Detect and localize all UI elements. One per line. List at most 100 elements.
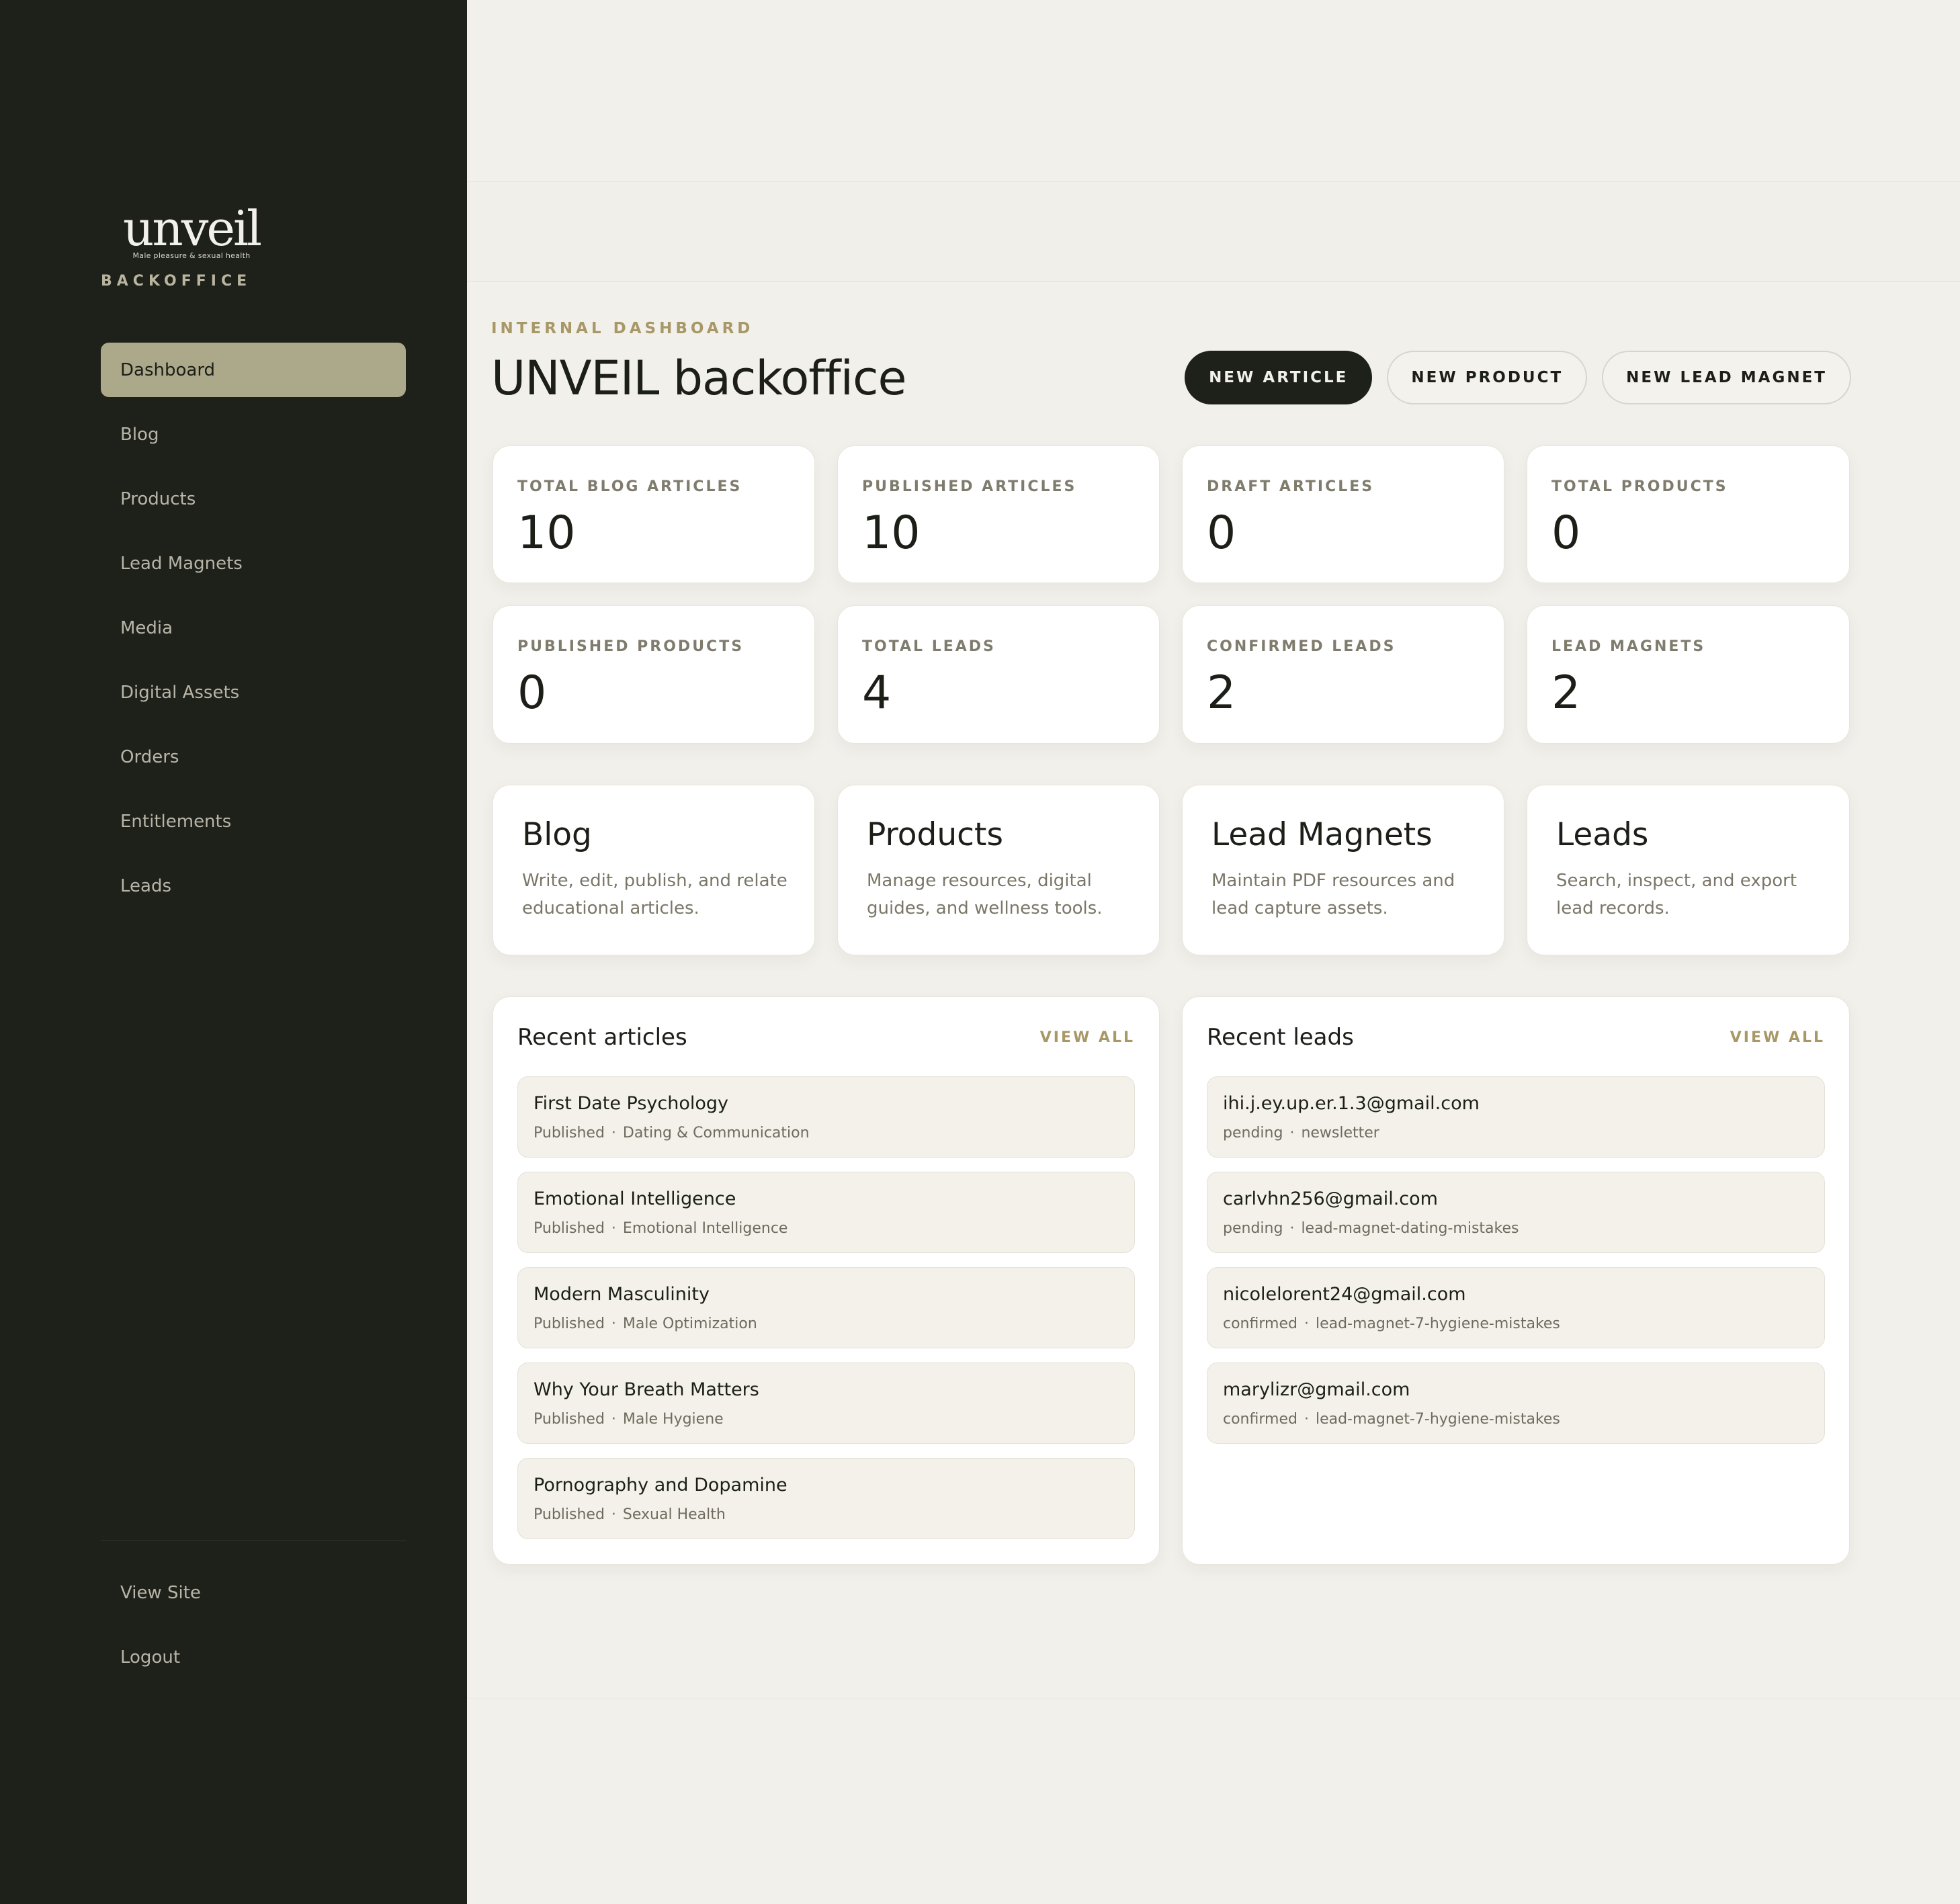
- list-item[interactable]: First Date Psychology Published · Dating &…: [517, 1076, 1135, 1158]
- view-site-link[interactable]: View Site: [101, 1565, 406, 1620]
- stat-label: DRAFT ARTICLES: [1207, 478, 1375, 495]
- stat-value: 2: [1207, 666, 1236, 720]
- article-title: Emotional Intelligence: [534, 1188, 736, 1209]
- list-item[interactable]: Why Your Breath Matters Published · Male H…: [517, 1362, 1135, 1444]
- separator-dot: ·: [611, 1125, 616, 1141]
- article-category: Male Optimization: [622, 1315, 757, 1332]
- sidebar-bottom-nav: View Site Logout: [101, 1565, 406, 1694]
- recent-leads-panel: Recent leads VIEW ALL ihi.j.ey.up.er.1.3…: [1182, 996, 1850, 1565]
- module-card-lead-magnets[interactable]: Lead Magnets Maintain PDF resources and …: [1182, 785, 1504, 955]
- lead-meta: pending · newsletter: [1223, 1125, 1824, 1141]
- lead-meta: confirmed · lead-magnet-7-hygiene-mistakes: [1223, 1411, 1824, 1428]
- module-title: Leads: [1556, 816, 1649, 853]
- lead-source: lead-magnet-7-hygiene-mistakes: [1315, 1411, 1560, 1428]
- article-title: First Date Psychology: [534, 1093, 728, 1114]
- stat-value: 10: [517, 507, 576, 560]
- new-lead-magnet-button[interactable]: NEW LEAD MAGNET: [1602, 351, 1851, 404]
- stat-value: 10: [862, 507, 921, 560]
- view-all-articles-link[interactable]: VIEW ALL: [1040, 1029, 1135, 1046]
- list-item[interactable]: Emotional Intelligence Published · Emotion…: [517, 1172, 1135, 1253]
- lead-meta: confirmed · lead-magnet-7-hygiene-mistakes: [1223, 1315, 1824, 1332]
- article-category: Sexual Health: [622, 1506, 726, 1523]
- recent-articles-list: First Date Psychology Published · Dating &…: [517, 1076, 1135, 1553]
- list-item[interactable]: Modern Masculinity Published · Male Optimi…: [517, 1267, 1135, 1348]
- list-item[interactable]: marylizr@gmail.com confirmed · lead-magnet…: [1207, 1362, 1825, 1444]
- lead-status: confirmed: [1223, 1315, 1297, 1332]
- sidebar-item-entitlements[interactable]: Entitlements: [101, 794, 406, 849]
- stat-card-total-products: TOTAL PRODUCTS 0: [1527, 445, 1850, 583]
- stat-label: CONFIRMED LEADS: [1207, 638, 1396, 655]
- stat-card-confirmed-leads: CONFIRMED LEADS 2: [1182, 605, 1504, 744]
- new-article-button[interactable]: NEW ARTICLE: [1185, 351, 1373, 404]
- panel-title: Recent leads: [1207, 1024, 1354, 1051]
- module-card-products[interactable]: Products Manage resources, digital guide…: [837, 785, 1160, 955]
- article-meta: Published · Emotional Intelligence: [534, 1220, 1134, 1237]
- stat-card-published-articles: PUBLISHED ARTICLES 10: [837, 445, 1160, 583]
- stat-card-lead-magnets: LEAD MAGNETS 2: [1527, 605, 1850, 744]
- list-item[interactable]: nicolelorent24@gmail.com confirmed · lead-…: [1207, 1267, 1825, 1348]
- article-status: Published: [534, 1315, 605, 1332]
- logout-link[interactable]: Logout: [101, 1630, 406, 1684]
- top-bar: [467, 181, 1960, 282]
- page-eyebrow: INTERNAL DASHBOARD: [491, 320, 754, 337]
- article-title: Why Your Breath Matters: [534, 1379, 759, 1400]
- separator-dot: ·: [1289, 1125, 1295, 1141]
- lead-status: pending: [1223, 1220, 1283, 1237]
- article-title: Pornography and Dopamine: [534, 1475, 787, 1496]
- lead-status: confirmed: [1223, 1411, 1297, 1428]
- view-all-leads-link[interactable]: VIEW ALL: [1730, 1029, 1825, 1046]
- brand-logo[interactable]: unveil Male pleasure & sexual health: [101, 202, 282, 260]
- sidebar-item-lead-magnets[interactable]: Lead Magnets: [101, 536, 406, 591]
- article-status: Published: [534, 1411, 605, 1428]
- stat-card-total-blog-articles: TOTAL BLOG ARTICLES 10: [493, 445, 815, 583]
- stat-value: 4: [862, 666, 892, 720]
- article-meta: Published · Dating & Communication: [534, 1125, 1134, 1141]
- sidebar-item-products[interactable]: Products: [101, 472, 406, 526]
- list-item[interactable]: carlvhn256@gmail.com pending · lead-magnet…: [1207, 1172, 1825, 1253]
- module-card-blog[interactable]: Blog Write, edit, publish, and relate ed…: [493, 785, 815, 955]
- stat-value: 0: [1207, 507, 1236, 560]
- sidebar-item-leads[interactable]: Leads: [101, 859, 406, 913]
- stat-label: PUBLISHED PRODUCTS: [517, 638, 744, 655]
- separator-dot: ·: [1304, 1411, 1309, 1428]
- stat-label: LEAD MAGNETS: [1551, 638, 1706, 655]
- module-title: Blog: [522, 816, 592, 853]
- header-actions: NEW ARTICLE NEW PRODUCT NEW LEAD MAGNET: [1185, 351, 1851, 404]
- recent-leads-list: ihi.j.ey.up.er.1.3@gmail.com pending · new…: [1207, 1076, 1825, 1458]
- content-footer-area: [467, 1698, 1960, 1904]
- article-status: Published: [534, 1220, 605, 1237]
- lead-source: lead-magnet-dating-mistakes: [1301, 1220, 1519, 1237]
- separator-dot: ·: [1289, 1220, 1295, 1237]
- sidebar-item-blog[interactable]: Blog: [101, 407, 406, 462]
- stat-card-total-leads: TOTAL LEADS 4: [837, 605, 1160, 744]
- sidebar-section-label: BACKOFFICE: [101, 273, 252, 290]
- recent-articles-panel: Recent articles VIEW ALL First Date Psyc…: [493, 996, 1160, 1565]
- module-title: Lead Magnets: [1211, 816, 1433, 853]
- stat-value: 0: [1551, 507, 1581, 560]
- lead-meta: pending · lead-magnet-dating-mistakes: [1223, 1220, 1824, 1237]
- module-card-leads[interactable]: Leads Search, inspect, and export lead r…: [1527, 785, 1850, 955]
- article-category: Male Hygiene: [622, 1411, 724, 1428]
- sidebar-item-digital-assets[interactable]: Digital Assets: [101, 665, 406, 720]
- list-item[interactable]: ihi.j.ey.up.er.1.3@gmail.com pending · new…: [1207, 1076, 1825, 1158]
- article-category: Emotional Intelligence: [622, 1220, 788, 1237]
- page-title: UNVEIL backoffice: [491, 351, 907, 406]
- panel-title: Recent articles: [517, 1024, 687, 1051]
- sidebar: unveil Male pleasure & sexual health BAC…: [0, 0, 467, 1904]
- separator-dot: ·: [611, 1411, 616, 1428]
- new-product-button[interactable]: NEW PRODUCT: [1387, 351, 1588, 404]
- list-item[interactable]: Pornography and Dopamine Published · Sexua…: [517, 1458, 1135, 1539]
- stat-value: 0: [517, 666, 547, 720]
- article-status: Published: [534, 1506, 605, 1523]
- module-description: Maintain PDF resources and lead capture …: [1211, 871, 1455, 918]
- lead-source: newsletter: [1301, 1125, 1379, 1141]
- separator-dot: ·: [611, 1506, 616, 1523]
- sidebar-item-dashboard[interactable]: Dashboard: [101, 343, 406, 397]
- sidebar-item-orders[interactable]: Orders: [101, 730, 406, 784]
- module-title: Products: [867, 816, 1003, 853]
- sidebar-item-media[interactable]: Media: [101, 601, 406, 655]
- module-description: Write, edit, publish, and relate educati…: [522, 871, 787, 918]
- lead-email: ihi.j.ey.up.er.1.3@gmail.com: [1223, 1093, 1480, 1114]
- lead-source: lead-magnet-7-hygiene-mistakes: [1315, 1315, 1560, 1332]
- article-category: Dating & Communication: [622, 1125, 810, 1141]
